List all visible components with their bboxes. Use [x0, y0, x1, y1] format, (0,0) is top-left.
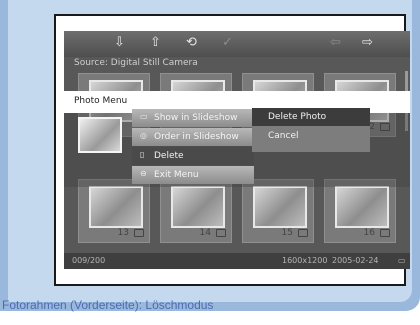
arrow-right-icon[interactable]: ⇨	[362, 35, 373, 51]
status-bar: 009/200 1600x1200 2005-02-24 ▭	[64, 253, 410, 269]
order-icon: ◎	[140, 131, 147, 140]
arrow-up-icon[interactable]: ⇧	[150, 35, 161, 51]
photo-date: 2005-02-24	[332, 256, 379, 265]
menu-item-delete[interactable]: ▯ Delete	[132, 147, 254, 165]
exit-icon: ⊖	[140, 169, 147, 178]
menu-item-show-in-slideshow[interactable]: ▭ Show in Slideshow	[132, 109, 254, 127]
menu-title: Photo Menu	[74, 96, 128, 106]
arrow-left-icon[interactable]: ⇦	[330, 35, 341, 51]
delete-submenu: Delete Photo Cancel	[252, 108, 370, 152]
thumbnail-number: 15	[281, 228, 293, 238]
menu-item-exit-menu[interactable]: ⊖ Exit Menu	[132, 166, 254, 184]
photo-thumbnail[interactable]: 14	[160, 179, 232, 243]
thumbnail-number: 14	[199, 228, 211, 238]
photo-thumbnail[interactable]: 16	[324, 179, 396, 243]
slideshow-icon	[216, 229, 226, 237]
submenu-item-cancel[interactable]: Cancel	[252, 127, 370, 145]
slideshow-icon	[380, 229, 390, 237]
trash-icon: ▯	[140, 150, 145, 159]
arrow-down-icon[interactable]: ⇩	[114, 35, 125, 51]
thumbnail-number: 16	[363, 228, 375, 238]
check-icon[interactable]: ✓	[222, 35, 233, 51]
photo-position: 009/200	[72, 256, 106, 265]
photo-resolution: 1600x1200	[282, 256, 328, 265]
slideshow-icon	[134, 229, 144, 237]
frame-screen: ⇩ ⇧ ⟲ ✓ ⇦ ⇨ Source: Digital Still Camera…	[64, 31, 410, 269]
source-label: Source: Digital Still Camera	[74, 58, 198, 68]
caption: Fotorahmen (Vorderseite): Löschmodus	[2, 298, 214, 312]
submenu-item-delete-photo[interactable]: Delete Photo	[252, 108, 370, 126]
toolbar: ⇩ ⇧ ⟲ ✓ ⇦ ⇨	[64, 31, 410, 57]
slideshow-icon	[298, 229, 308, 237]
memory-card-icon: ▭	[398, 256, 406, 265]
selected-photo-preview	[78, 117, 122, 153]
rotate-icon[interactable]: ⟲	[186, 35, 197, 51]
slideshow-icon: ▭	[140, 112, 148, 121]
menu-item-order-in-slideshow[interactable]: ◎ Order in Slideshow	[132, 128, 254, 146]
photo-thumbnail[interactable]: 15	[242, 179, 314, 243]
thumbnail-number: 13	[117, 228, 129, 238]
photo-thumbnail[interactable]: 13	[78, 179, 150, 243]
